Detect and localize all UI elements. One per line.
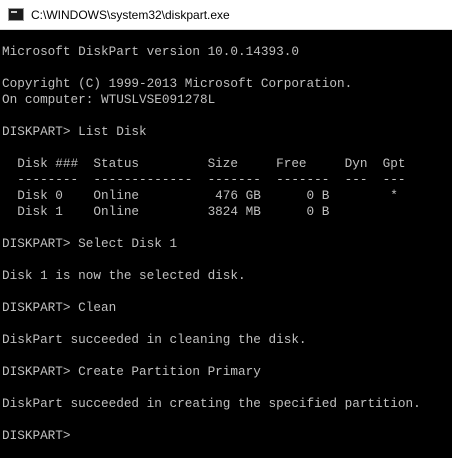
disk-table-row: Disk 0 Online 476 GB 0 B *: [2, 188, 398, 203]
console-line: DISKPART> List Disk: [2, 124, 147, 139]
title-bar[interactable]: C:\WINDOWS\system32\diskpart.exe: [0, 0, 452, 30]
command-prompt[interactable]: DISKPART>: [2, 428, 452, 444]
console-window: C:\WINDOWS\system32\diskpart.exe Microso…: [0, 0, 452, 458]
console-line: On computer: WTUSLVSE091278L: [2, 92, 216, 107]
console-line: DISKPART> Clean: [2, 300, 117, 315]
console-line: DISKPART> Select Disk 1: [2, 236, 178, 251]
console-output[interactable]: Microsoft DiskPart version 10.0.14393.0 …: [0, 30, 452, 458]
console-line: Copyright (C) 1999-2013 Microsoft Corpor…: [2, 76, 353, 91]
disk-table-row: Disk 1 Online 3824 MB 0 B: [2, 204, 330, 219]
console-line: DISKPART> Create Partition Primary: [2, 364, 261, 379]
console-line: DiskPart succeeded in cleaning the disk.: [2, 332, 307, 347]
console-line: DiskPart succeeded in creating the speci…: [2, 396, 421, 411]
console-line: Disk 1 is now the selected disk.: [2, 268, 246, 283]
disk-table-header: Disk ### Status Size Free Dyn Gpt: [2, 156, 406, 171]
console-line: Microsoft DiskPart version 10.0.14393.0: [2, 44, 299, 59]
window-title: C:\WINDOWS\system32\diskpart.exe: [31, 7, 230, 22]
console-app-icon[interactable]: [8, 8, 24, 21]
disk-table-divider: -------- ------------- ------- ------- -…: [2, 172, 406, 187]
